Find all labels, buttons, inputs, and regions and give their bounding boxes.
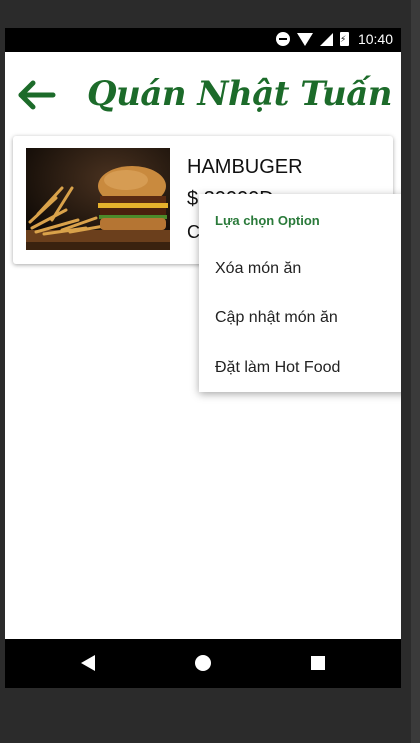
app-header: Quán Nhật Tuấn [5,52,401,132]
app-screen: 10:40 Quán Nhật Tuấn [5,28,401,688]
do-not-disturb-icon [275,32,290,46]
menu-item-update[interactable]: Cập nhật món ăn [215,309,338,327]
recent-square-icon[interactable] [311,656,325,670]
status-time: 10:40 [357,31,393,47]
wifi-icon [296,32,313,46]
signal-icon [319,32,333,46]
food-image [26,148,170,250]
status-bar: 10:40 [5,28,401,52]
menu-header: Lựa chọn Option [215,213,320,228]
menu-item-hot-food[interactable]: Đặt làm Hot Food [215,359,340,377]
food-name: HAMBUGER [187,156,303,178]
device-edge [411,0,420,743]
back-triangle-icon[interactable] [81,655,95,671]
page-title: Quán Nhật Tuấn [87,74,392,114]
home-circle-icon[interactable] [195,655,211,671]
back-button[interactable] [17,80,57,110]
context-menu: Lựa chọn Option Xóa món ăn Cập nhật món … [199,194,401,392]
status-icons: 10:40 [275,31,393,47]
arrow-left-icon [18,80,56,110]
price-prefix: $ [187,188,199,210]
menu-item-delete[interactable]: Xóa món ăn [215,260,301,278]
navigation-bar [5,639,401,688]
battery-charging-icon [339,32,349,46]
